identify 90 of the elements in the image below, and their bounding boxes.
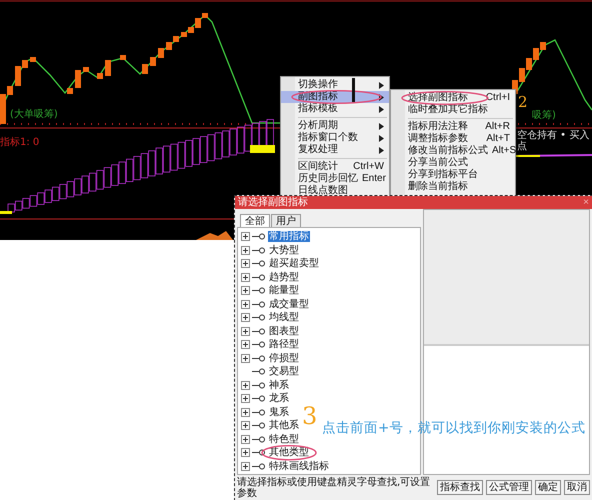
tree-item[interactable]: 趋势型	[268, 272, 300, 283]
expand-icon[interactable]	[241, 421, 250, 430]
step-number: 2	[518, 95, 528, 110]
menu-item[interactable]: 删除当前指标	[391, 181, 515, 193]
candlestick	[83, 67, 89, 72]
menu-item[interactable]: 分享到指标平台	[391, 169, 515, 181]
dialog-button[interactable]: 确定	[535, 480, 561, 495]
connector-icon	[252, 422, 265, 430]
hint-text: 点击前面+号，就可以找到你刚安装的公式	[322, 420, 586, 436]
connector-icon	[252, 287, 265, 294]
tree-item[interactable]: 成交量型	[268, 298, 310, 310]
tree-item[interactable]: 其他系	[268, 420, 300, 432]
connector-icon	[252, 449, 265, 456]
connector-icon	[252, 368, 265, 376]
tab[interactable]: 用户	[271, 214, 301, 227]
candlestick	[97, 73, 103, 79]
expand-icon[interactable]	[241, 272, 250, 282]
expand-icon[interactable]	[241, 286, 250, 296]
menu-item[interactable]: 调整指标参数 Alt+T	[391, 133, 515, 145]
connector-icon	[252, 246, 265, 254]
dialog-button[interactable]: 公式管理	[486, 480, 532, 495]
menu-item[interactable]: 历史同步回忆 Enter	[281, 173, 389, 185]
candlestick	[75, 70, 81, 88]
menu-item[interactable]: 切换操作	[281, 79, 389, 91]
tree-item[interactable]: 大势型	[268, 244, 300, 256]
expand-icon[interactable]	[241, 408, 250, 417]
candlestick	[120, 55, 126, 60]
expand-icon[interactable]	[241, 313, 250, 322]
tree-item[interactable]: 鬼系	[268, 406, 290, 418]
candlestick	[105, 60, 111, 76]
signal-label: 吸筹)	[532, 110, 556, 122]
expand-icon[interactable]	[241, 300, 250, 309]
expand-icon[interactable]	[241, 246, 250, 255]
expand-icon[interactable]	[241, 462, 250, 471]
connector-icon	[252, 408, 265, 416]
menu-item[interactable]: 指标窗口个数	[281, 132, 389, 144]
candlestick	[67, 88, 73, 94]
tree-item[interactable]: 其他类型	[268, 447, 310, 458]
area-shape	[196, 231, 233, 240]
menu-item[interactable]: 分享当前公式	[391, 157, 515, 169]
dialog-button[interactable]: 取消	[564, 480, 590, 495]
expand-icon[interactable]	[241, 259, 250, 268]
menu-item[interactable]: 指标模板	[281, 103, 389, 115]
indicator-label: 空仓持有 • 买入点	[517, 130, 590, 152]
expand-icon[interactable]	[241, 394, 250, 404]
expand-icon[interactable]	[241, 448, 250, 458]
tree-item[interactable]: 龙系	[268, 393, 290, 404]
expand-icon[interactable]	[241, 380, 250, 390]
expand-icon[interactable]	[241, 326, 250, 336]
tree-item[interactable]: 图表型	[268, 326, 300, 337]
tree-item[interactable]: 特殊画线指标	[268, 460, 330, 472]
signal-label: (大单吸筹)	[10, 109, 58, 121]
connector-icon	[252, 233, 265, 240]
expand-icon[interactable]	[241, 340, 250, 350]
connector-icon	[252, 314, 265, 322]
connector-icon	[252, 260, 265, 268]
tree-item[interactable]: 交易型	[268, 366, 300, 378]
dialog-button[interactable]: 指标查找	[437, 480, 483, 495]
expand-icon[interactable]	[241, 354, 250, 363]
indicator-label: 指标1: 0	[0, 137, 40, 149]
menu-item[interactable]: 复权处理	[281, 144, 389, 156]
tree-item[interactable]: 能量型	[268, 285, 300, 296]
expand-icon[interactable]	[241, 434, 250, 444]
step-number: 3	[302, 404, 318, 428]
connector-icon	[252, 274, 265, 281]
tree-item[interactable]: 均线型	[268, 312, 300, 324]
connector-icon	[252, 300, 265, 308]
menu-item[interactable]: 修改当前指标公式 Alt+S	[391, 145, 515, 157]
connector-icon	[252, 395, 265, 402]
menu-item[interactable]: 指标用法注释 Alt+R	[391, 121, 515, 133]
connector-icon	[252, 436, 265, 443]
connector-icon	[252, 354, 265, 362]
connector-icon	[252, 341, 265, 348]
expand-icon[interactable]	[241, 232, 250, 242]
tree-item[interactable]: 特色型	[268, 434, 300, 445]
tab[interactable]: 全部	[240, 214, 270, 227]
status-text: 请选择指标或使用键盘精灵字母查找,可设置参数	[237, 476, 432, 498]
tree-item[interactable]: 超买超卖型	[268, 258, 320, 270]
window-title: 请选择副图指标	[238, 196, 308, 208]
connector-icon	[252, 328, 265, 335]
tree-item[interactable]: 神系	[268, 380, 290, 391]
menu-item[interactable]: 日线点数图	[281, 185, 389, 197]
tree-item[interactable]: 停损型	[268, 352, 300, 364]
menu-item[interactable]: 分析周期	[281, 120, 389, 132]
connector-icon	[252, 462, 265, 470]
menu-item[interactable]: 区间统计 Ctrl+W	[281, 161, 389, 173]
marker-bar	[352, 78, 355, 102]
connector-icon	[252, 382, 265, 389]
tree-item[interactable]: 常用指标	[268, 231, 310, 242]
tree-item[interactable]: 路径型	[268, 339, 300, 350]
